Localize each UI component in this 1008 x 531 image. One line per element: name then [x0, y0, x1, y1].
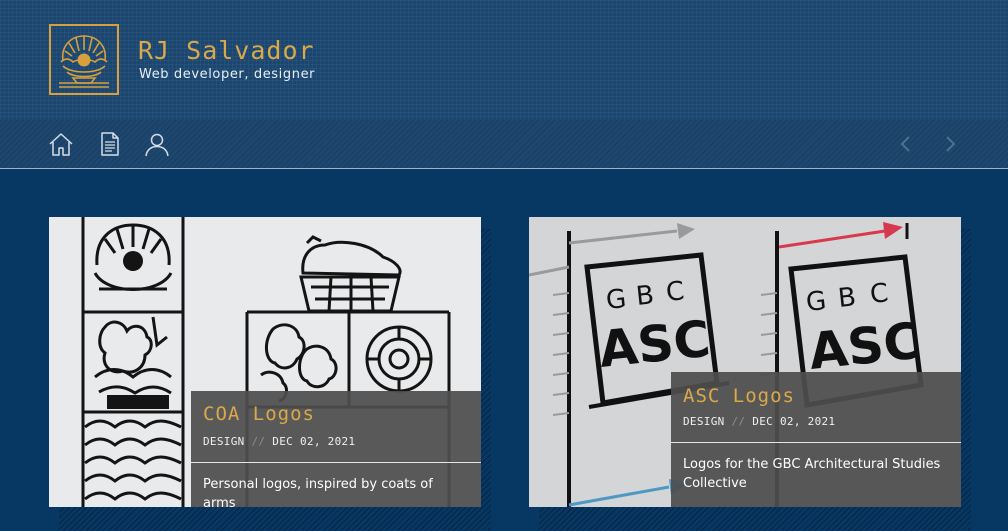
post-meta: DESIGN // DEC 02, 2021 — [683, 415, 835, 428]
shell-pearl-logo-icon — [59, 35, 109, 88]
chevron-right-icon[interactable] — [937, 131, 963, 157]
post-category[interactable]: DESIGN — [683, 415, 725, 428]
user-icon[interactable] — [144, 131, 170, 157]
asc-letter-c: C — [665, 276, 686, 308]
post-date: DEC 02, 2021 — [272, 435, 356, 448]
meta-separator: // — [251, 435, 266, 448]
asc-letter-g: G — [605, 284, 628, 316]
main-nav — [0, 120, 1008, 169]
post-title[interactable]: COA Logos — [203, 403, 315, 425]
post-card-coa-logos[interactable]: COA Logos DESIGN // DEC 02, 2021 Persona… — [49, 217, 491, 531]
overlay-divider — [191, 462, 481, 463]
overlay-divider — [671, 442, 961, 443]
post-overlay: COA Logos DESIGN // DEC 02, 2021 Persona… — [191, 391, 481, 511]
asc-word: ASC — [806, 312, 923, 381]
home-icon[interactable] — [48, 131, 74, 157]
site-title[interactable]: RJ Salvador — [138, 36, 315, 65]
meta-separator: // — [731, 415, 746, 428]
asc-letter-g: G — [805, 286, 828, 318]
chevron-left-icon[interactable] — [893, 131, 919, 157]
post-description: Logos for the GBC Architectural Studies … — [683, 457, 941, 491]
asc-letter-b: B — [837, 282, 858, 314]
site-subtitle: Web developer, designer — [139, 67, 316, 82]
post-date: DEC 02, 2021 — [752, 415, 836, 428]
post-category[interactable]: DESIGN — [203, 435, 245, 448]
post-description: Personal logos, inspired by coats of arm… — [203, 477, 433, 511]
post-title[interactable]: ASC Logos — [683, 385, 795, 407]
site-header: RJ Salvador Web developer, designer — [0, 0, 1008, 120]
document-icon[interactable] — [97, 131, 123, 157]
asc-letter-b: B — [635, 280, 656, 312]
site-logo[interactable] — [49, 24, 119, 95]
post-overlay: ASC Logos DESIGN // DEC 02, 2021 Logos f… — [671, 372, 961, 507]
post-card-asc-logos[interactable]: G B C ASC G B C ASC ASC Logos DESIGN // … — [529, 217, 971, 531]
asc-letter-c: C — [869, 278, 890, 310]
asc-word: ASC — [596, 310, 713, 379]
post-meta: DESIGN // DEC 02, 2021 — [203, 435, 355, 448]
